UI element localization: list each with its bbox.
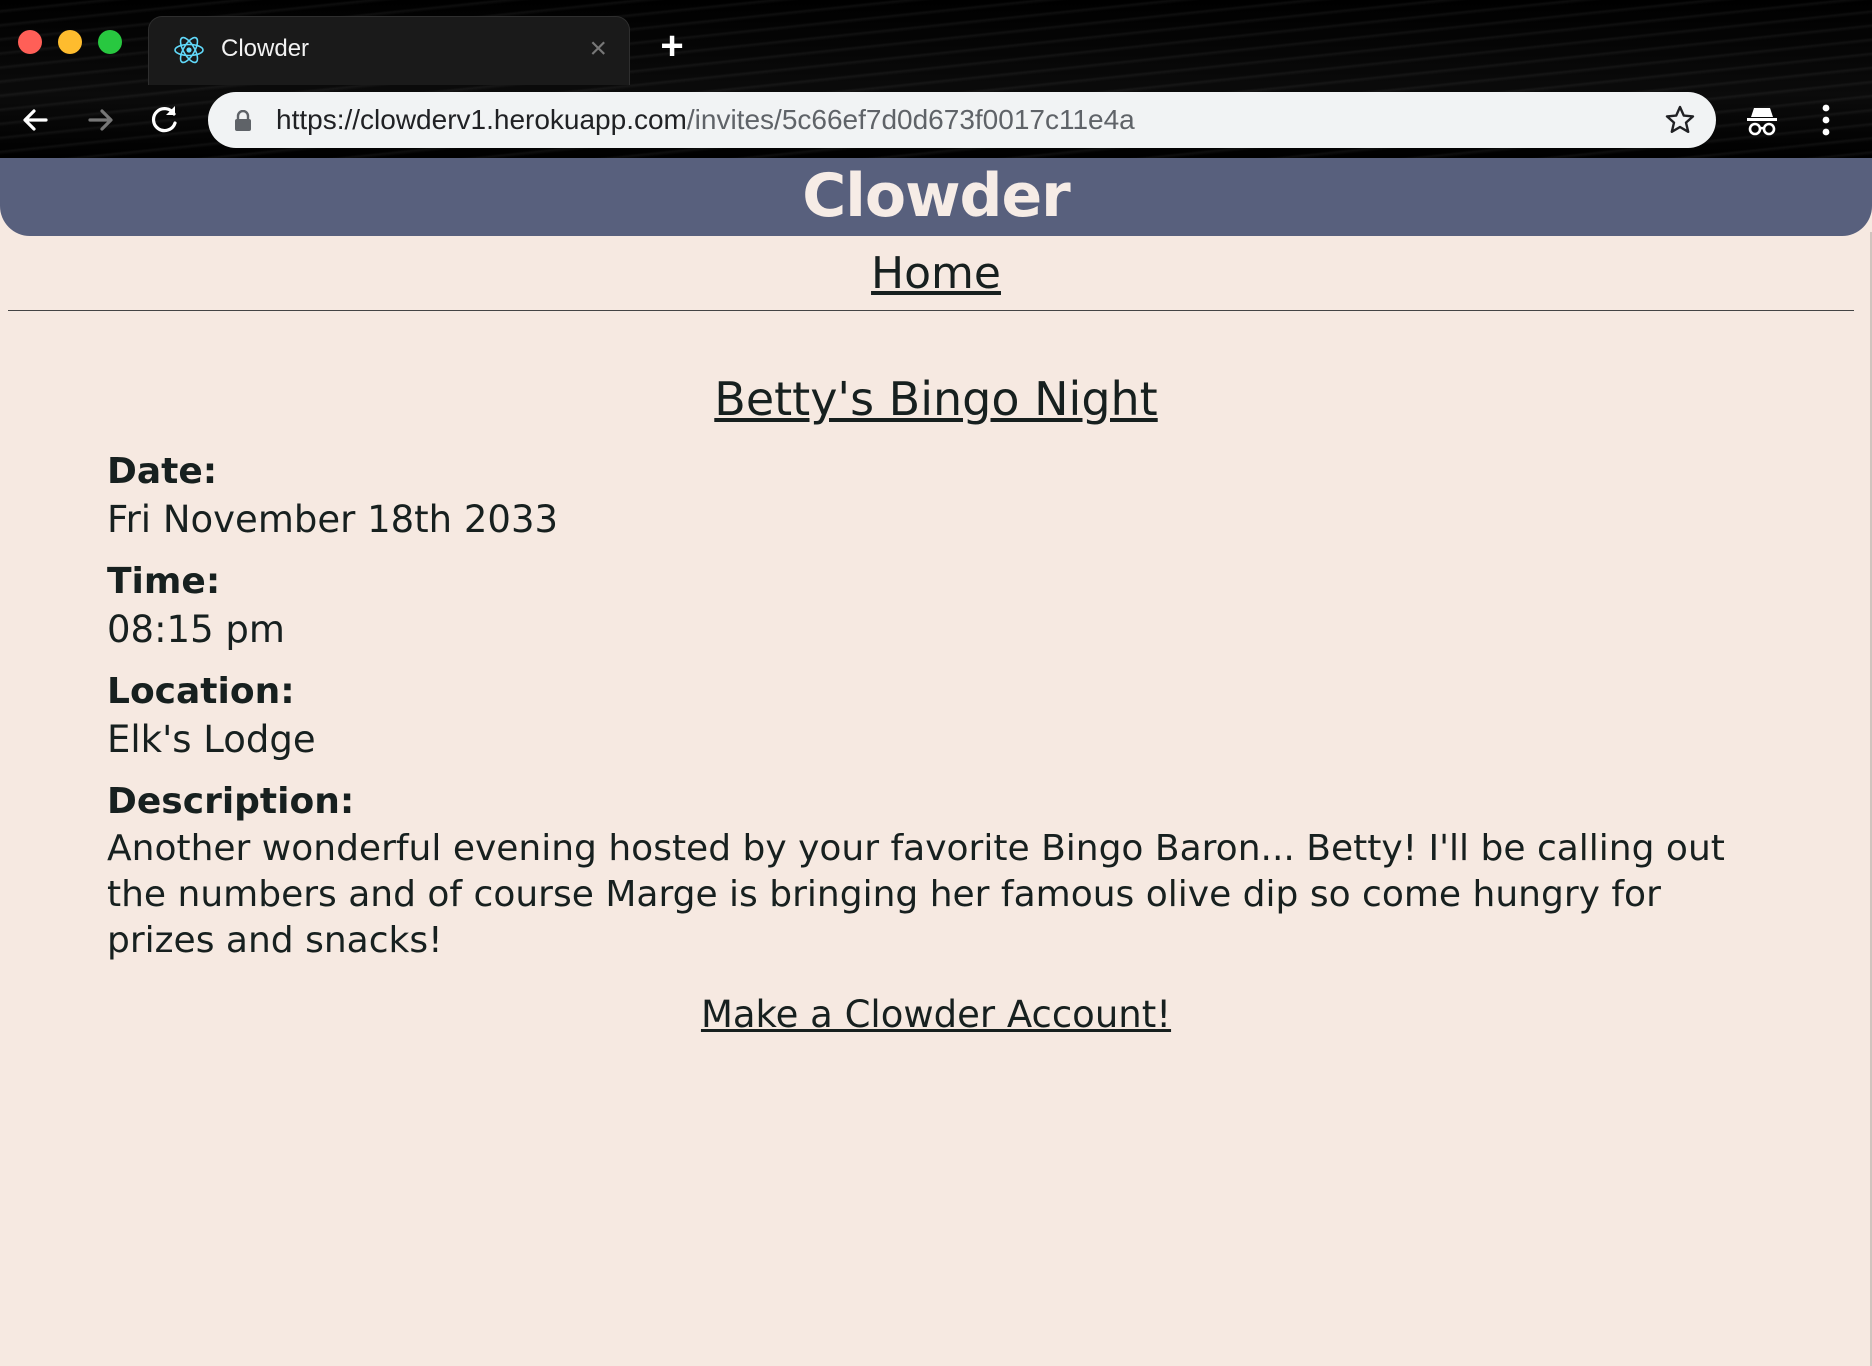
location-label: Location: xyxy=(107,671,295,712)
description-value: Another wonderful evening hosted by your… xyxy=(107,828,1725,961)
tab-title: Clowder xyxy=(221,35,310,62)
url-host: https://clowderv1.herokuapp.com xyxy=(276,104,687,135)
window-close-button[interactable] xyxy=(18,30,42,54)
home-link[interactable]: Home xyxy=(0,246,1872,302)
app-header: Clowder xyxy=(0,158,1872,236)
make-account-link[interactable]: Make a Clowder Account! xyxy=(0,990,1872,1040)
forward-arrow-icon[interactable] xyxy=(78,98,122,142)
incognito-icon[interactable] xyxy=(1744,102,1780,138)
browser-toolbar: https://clowderv1.herokuapp.com/invites/… xyxy=(0,84,1872,158)
event-title-text[interactable]: Betty's Bingo Night xyxy=(714,372,1157,426)
window-minimize-button[interactable] xyxy=(58,30,82,54)
time-value: 08:15 pm xyxy=(107,608,285,651)
event-details: Date: Fri November 18th 2033 Time: 08:15… xyxy=(107,448,1727,964)
time-label: Time: xyxy=(107,561,221,602)
window-zoom-button[interactable] xyxy=(98,30,122,54)
plus-icon[interactable]: + xyxy=(652,26,692,66)
event-title[interactable]: Betty's Bingo Night xyxy=(0,370,1872,428)
date-label: Date: xyxy=(107,451,218,492)
browser-tab[interactable]: Clowder × xyxy=(148,16,630,85)
back-arrow-icon[interactable] xyxy=(14,98,58,142)
url-path: /invites/5c66ef7d0d673f0017c11e4a xyxy=(686,104,1135,135)
browser-chrome: Clowder × + https://clowderv1.herokuapp.… xyxy=(0,0,1872,158)
location-value: Elk's Lodge xyxy=(107,718,316,761)
reload-icon[interactable] xyxy=(142,98,186,142)
close-icon[interactable]: × xyxy=(589,29,607,69)
make-account-label[interactable]: Make a Clowder Account! xyxy=(701,993,1171,1036)
url-text: https://clowderv1.herokuapp.com/invites/… xyxy=(276,104,1135,136)
date-value: Fri November 18th 2033 xyxy=(107,498,559,541)
home-link-label[interactable]: Home xyxy=(871,248,1001,299)
star-icon[interactable] xyxy=(1664,104,1696,136)
app-title: Clowder xyxy=(802,161,1070,231)
kebab-menu-icon[interactable] xyxy=(1812,100,1840,140)
react-icon xyxy=(174,36,204,64)
description-label: Description: xyxy=(107,781,355,822)
address-bar[interactable]: https://clowderv1.herokuapp.com/invites/… xyxy=(208,92,1716,148)
divider xyxy=(8,310,1854,311)
lock-icon xyxy=(235,110,251,131)
